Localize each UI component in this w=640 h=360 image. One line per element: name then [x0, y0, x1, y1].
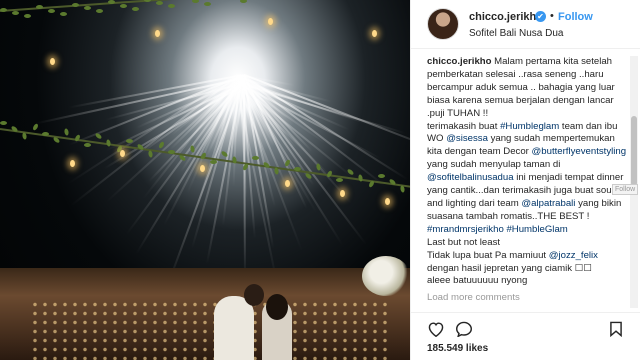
scrollbar-thumb[interactable] [631, 116, 637, 186]
comments-scrollbar[interactable] [630, 56, 638, 308]
leaf [126, 138, 133, 143]
leaf [120, 3, 127, 8]
leaf [24, 14, 31, 19]
light-bulb [200, 165, 205, 172]
light-bulb [70, 160, 75, 167]
leaf [12, 11, 19, 16]
leaf [31, 123, 39, 132]
caption-text: Tidak lupa buat Pa mamiuut [427, 249, 549, 261]
post-header: chicco.jerikho ✔ • Follow Sofitel Bali N… [411, 0, 640, 49]
leaf [336, 178, 343, 183]
location-link[interactable]: Sofitel Bali Nusa Dua [469, 28, 564, 39]
leaf [0, 121, 7, 125]
verified-icon: ✔ [535, 11, 546, 22]
flower-decor [362, 256, 410, 296]
caption-text: terimakasih buat [427, 120, 501, 132]
leaf [0, 8, 7, 12]
mention-link[interactable]: @jozz_felix [549, 250, 598, 261]
light-bulb [268, 18, 273, 25]
leaf [72, 2, 79, 7]
leaf [294, 167, 301, 172]
light-bulb [372, 30, 377, 37]
light-bulb [155, 30, 160, 37]
leaf [192, 0, 199, 3]
leaf [168, 4, 175, 9]
light-bulb [50, 58, 55, 65]
caption-hashtags: #mrandmrsjerikho #HumbleGlam [427, 224, 627, 237]
username-link[interactable]: chicco.jerikho [469, 11, 543, 23]
leaf [94, 132, 102, 141]
mention-link[interactable]: @sisessa [446, 133, 488, 144]
leaf [60, 11, 67, 16]
post-side-panel: chicco.jerikho ✔ • Follow Sofitel Bali N… [410, 0, 640, 360]
leaf [210, 160, 217, 165]
post-photo[interactable] [0, 0, 410, 360]
caption-line: Last but not least [427, 236, 501, 248]
light-bulb [120, 150, 125, 157]
mention-link[interactable]: @alpatrabali [521, 198, 575, 209]
caption-author-link[interactable]: chicco.jerikho [427, 56, 492, 67]
caption-text: chicco.jerikho Malam pertama kita setela… [427, 56, 627, 121]
leaf [378, 173, 385, 178]
leaf [96, 9, 103, 14]
caption-line: aleee batuuuuuu nyong [427, 275, 528, 287]
leaf [84, 6, 91, 11]
leaf [144, 0, 151, 2]
leaf [105, 138, 112, 147]
leaf [204, 1, 211, 6]
avatar[interactable] [427, 8, 459, 40]
caption-paragraph: Tidak lupa buat Pa mamiuut @jozz_felix d… [427, 250, 627, 276]
heart-icon[interactable] [427, 321, 445, 342]
leaf [63, 128, 70, 136]
load-more-comments-link[interactable]: Load more comments [427, 292, 627, 305]
leaf [84, 142, 91, 147]
comment-icon[interactable] [455, 321, 473, 342]
leaf [48, 8, 55, 13]
fairy-lights [30, 300, 390, 360]
bookmark-icon[interactable] [609, 321, 623, 342]
hashtag-link[interactable]: #mrandmrsjerikho [427, 224, 504, 235]
groom [214, 296, 254, 360]
follow-button[interactable]: Follow [558, 11, 593, 23]
caption-text: dengan hasil jepretan yang ciamik ☐☐ [427, 262, 592, 274]
leaf [156, 1, 163, 6]
leaf [240, 0, 247, 4]
caption-paragraph: terimakasih buat #Humbleglam team dan ib… [427, 121, 627, 224]
light-bulb [340, 190, 345, 197]
mention-link[interactable]: @sofitelbalinusadua [427, 172, 514, 183]
leaf [42, 131, 49, 136]
caption-area: chicco.jerikho Malam pertama kita setela… [427, 56, 627, 308]
likes-count[interactable]: 185.549 likes [427, 343, 488, 354]
groom-head [244, 284, 264, 306]
leaf [252, 156, 259, 161]
action-bar [411, 312, 640, 341]
tooltip: Follow [612, 184, 639, 195]
light-bulb [385, 198, 390, 205]
bride-hair [266, 294, 288, 320]
leaf [132, 6, 139, 11]
mention-link[interactable]: @butterflyeventstyling [532, 146, 627, 157]
light-bulb [285, 180, 290, 187]
separator-dot: • [550, 10, 554, 22]
hashtag-link[interactable]: #HumbleGlam [506, 224, 567, 235]
caption-text: yang sudah menyulap taman di [427, 159, 561, 171]
hashtag-link[interactable]: #Humbleglam [500, 121, 559, 132]
leaf [168, 149, 175, 154]
